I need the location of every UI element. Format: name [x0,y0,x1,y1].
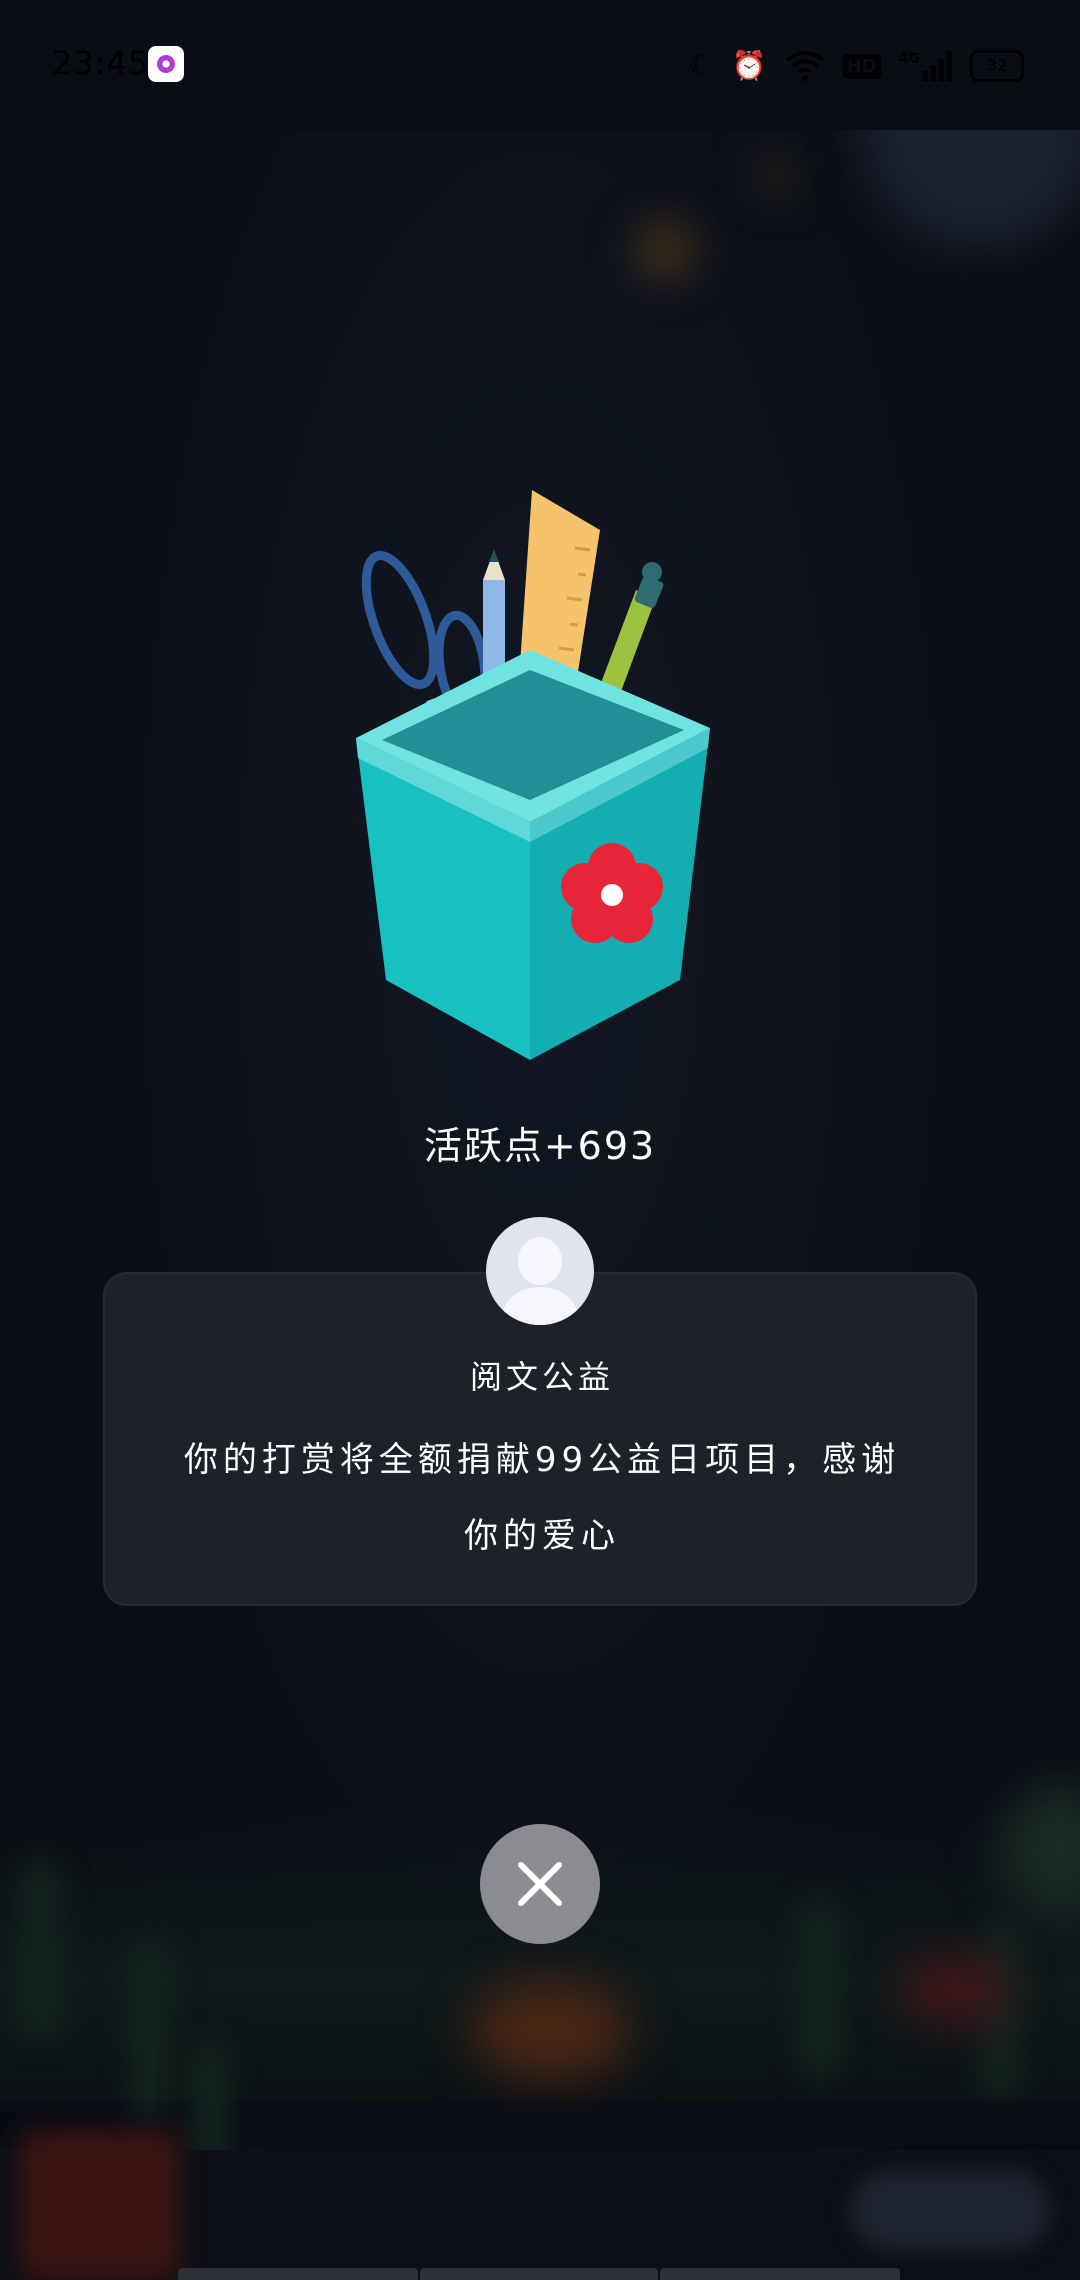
avatar-icon [486,1217,594,1325]
moon-icon: ☾ [688,49,714,82]
background-sign [900,1960,1010,2020]
background-pill [850,2170,1050,2250]
close-button[interactable] [480,1824,600,1944]
background-red-item [20,2130,180,2280]
app-notification-icon [148,46,184,82]
pencil-holder-illustration [356,490,710,1060]
screen: 23:45 ☾ ⏰ HD 4G 32 活跃点+693 阅文公益 你的打赏将全额捐… [0,0,1080,2280]
background-lantern [470,1980,630,2080]
signal-icon: 4G [899,51,952,81]
background-tree [130,1940,170,2120]
background-tree [20,1860,60,2040]
card-title: 阅文公益 [469,1358,614,1396]
bottom-tab-indicator [420,2268,658,2280]
alarm-icon: ⏰ [731,49,767,82]
network-type: 4G [898,51,920,67]
background-light [640,225,690,275]
bottom-tab-indicator [178,2268,418,2280]
activity-points-text: 活跃点+693 [423,1124,657,1168]
status-bar: 23:45 ☾ ⏰ HD 4G 32 [0,0,1080,130]
card-message: 你的打赏将全额捐献99公益日项目，感谢你的爱心 [183,1440,901,1556]
status-time: 23:45 [52,44,150,82]
status-icons: ☾ ⏰ HD 4G 32 [689,46,1024,86]
battery-icon: 32 [970,50,1024,82]
bottom-tab-indicator [660,2268,900,2280]
wifi-icon [785,51,824,81]
hd-icon: HD [842,53,881,79]
background-tree [800,1900,840,2080]
background-light [760,160,790,190]
close-icon [518,1862,562,1906]
